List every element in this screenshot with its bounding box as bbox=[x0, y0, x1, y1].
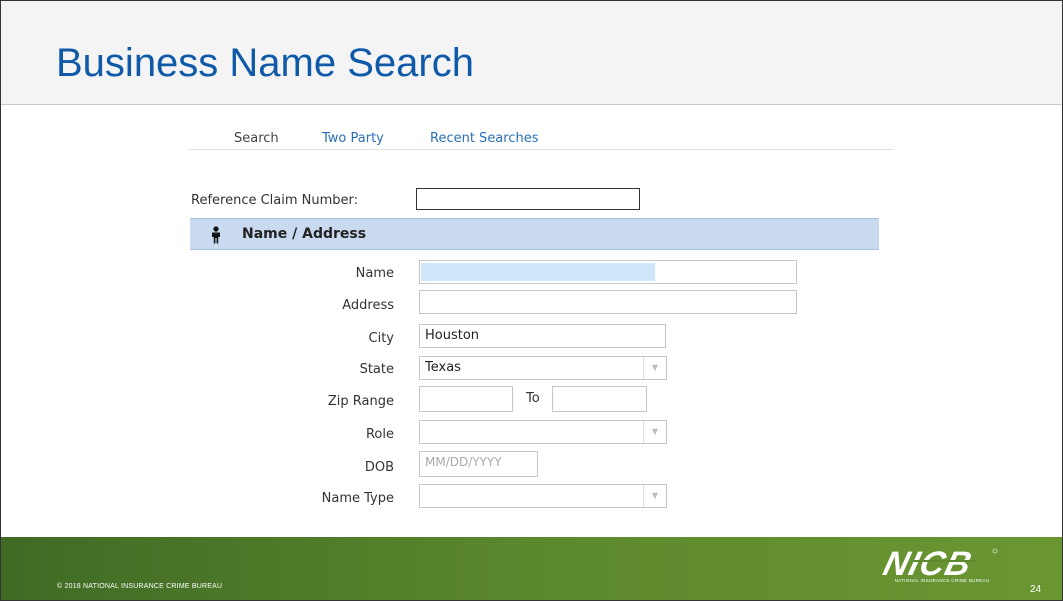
tab-two-party[interactable]: Two Party bbox=[322, 131, 384, 146]
nicb-logo: NICB NATIONAL INSURANCE CRIME BUREAU bbox=[873, 545, 1013, 587]
dob-placeholder: MM/DD/YYYY bbox=[425, 455, 502, 469]
logo-subtitle: NATIONAL INSURANCE CRIME BUREAU bbox=[894, 578, 990, 583]
zip-to-input[interactable] bbox=[552, 386, 647, 412]
chevron-down-icon[interactable]: ▼ bbox=[643, 485, 666, 507]
name-input[interactable] bbox=[419, 260, 797, 284]
zip-from-input[interactable] bbox=[419, 386, 513, 412]
reference-claim-number-input[interactable] bbox=[416, 188, 640, 210]
tab-recent-searches[interactable]: Recent Searches bbox=[430, 131, 539, 146]
state-selected-value: Texas bbox=[425, 360, 461, 375]
page-title: Business Name Search bbox=[56, 41, 474, 85]
zip-to-label: To bbox=[526, 391, 540, 406]
chevron-down-icon[interactable]: ▼ bbox=[643, 421, 666, 443]
chevron-down-icon[interactable]: ▼ bbox=[643, 357, 666, 379]
state-label: State bbox=[359, 362, 394, 377]
name-type-select[interactable]: ▼ bbox=[419, 484, 667, 508]
copyright-text: © 2018 NATIONAL INSURANCE CRIME BUREAU bbox=[57, 583, 223, 590]
zip-range-label: Zip Range bbox=[327, 394, 394, 409]
footer-bar: © 2018 NATIONAL INSURANCE CRIME BUREAU N… bbox=[1, 537, 1062, 600]
tab-bar: Search Two Party Recent Searches bbox=[188, 113, 894, 150]
logo-text: NICB bbox=[880, 545, 976, 581]
name-address-section-header: Name / Address bbox=[190, 218, 879, 250]
nicb-logo-mark: NICB bbox=[880, 545, 998, 583]
role-label: Role bbox=[365, 427, 394, 442]
page-number: 24 bbox=[1030, 584, 1042, 595]
person-icon bbox=[212, 226, 220, 244]
title-bar: Business Name Search bbox=[1, 1, 1062, 105]
role-select[interactable]: ▼ bbox=[419, 420, 667, 444]
city-input[interactable]: Houston bbox=[419, 324, 666, 348]
reference-claim-number-label: Reference Claim Number: bbox=[191, 193, 359, 208]
name-type-label: Name Type bbox=[321, 491, 394, 506]
section-title: Name / Address bbox=[242, 226, 367, 242]
search-form-screenshot: Search Two Party Recent Searches Referen… bbox=[188, 113, 894, 533]
address-label: Address bbox=[342, 298, 394, 313]
address-input[interactable] bbox=[419, 290, 797, 314]
dob-label: DOB bbox=[364, 460, 394, 475]
name-label: Name bbox=[355, 266, 394, 281]
dob-input[interactable]: MM/DD/YYYY bbox=[419, 451, 538, 477]
state-select[interactable]: Texas ▼ bbox=[419, 356, 667, 380]
tab-search[interactable]: Search bbox=[234, 131, 279, 146]
city-label: City bbox=[368, 331, 394, 346]
name-input-highlight bbox=[421, 263, 655, 281]
slide: Business Name Search Search Two Party Re… bbox=[0, 0, 1063, 601]
